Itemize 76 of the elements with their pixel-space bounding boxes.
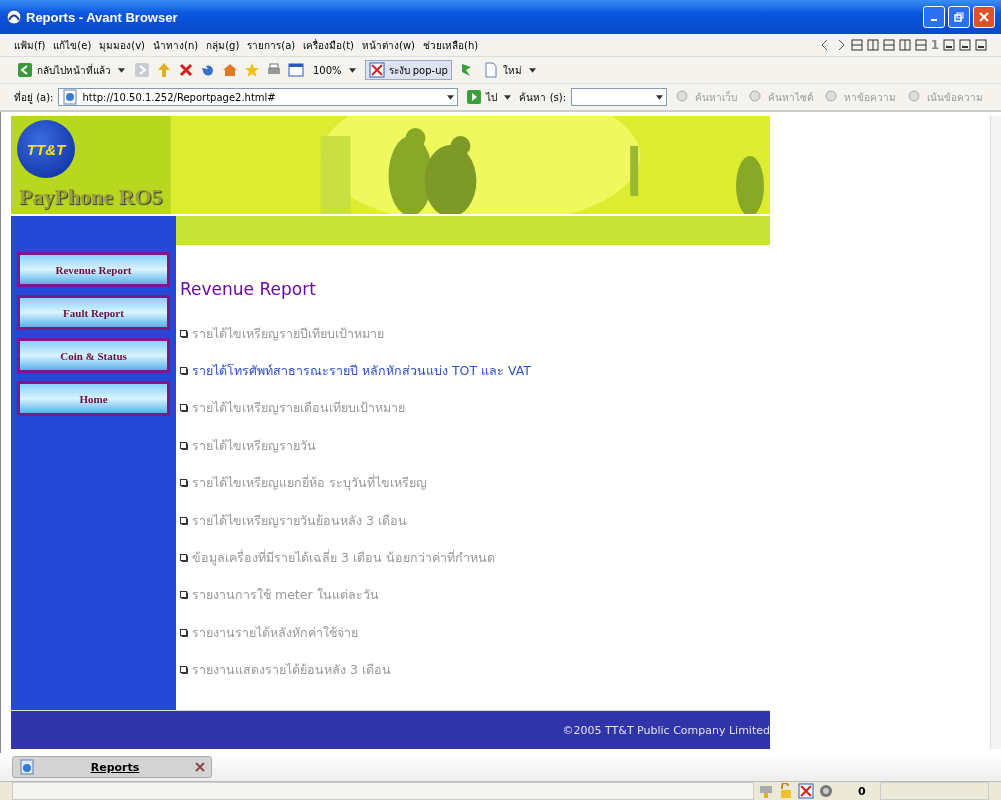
address-field[interactable]: http://10.50.1.252/Reportpage2.html# [58,88,459,106]
window-control-icon[interactable] [959,39,971,51]
web-page-icon [19,759,35,775]
checkbox-bullet-icon [180,591,188,600]
copyright-text: ©2005 TT&T Public Company Limited [562,723,770,737]
blocked-count: 0 [858,784,866,798]
play-icon [466,89,483,105]
window-control-icon[interactable] [975,39,987,51]
restore-icon [954,12,964,22]
checkbox-bullet-icon [180,554,188,563]
checkbox-bullet-icon [180,628,188,637]
menu-item[interactable]: กลุ่ม(g) [206,37,240,53]
caret-icon [656,94,664,100]
checkbox-bullet-icon [180,516,188,525]
window-icon[interactable] [288,62,304,78]
browser-tab[interactable]: Reports [12,756,212,778]
checkbox-bullet-icon [180,666,188,675]
window-count: 1 [930,38,939,52]
checkbox-bullet-icon [180,329,188,338]
window-title: Reports - Avant Browser [26,9,178,25]
caret-icon [528,67,536,73]
report-link[interactable]: รายได้โทรศัพท์สาธารณะรายปี หลักหักส่วนแบ่ง TOT และ VAT [192,361,531,382]
zoom-button[interactable]: 100% [310,63,359,77]
minimize-button[interactable] [923,6,945,28]
page-heading: Revenue Report [180,279,317,299]
padlock-icon [778,783,794,799]
menu-item[interactable]: นำทาง(n) [153,37,199,53]
menu-item[interactable]: เครื่องมือ(t) [303,37,354,53]
checkbox-bullet-icon [180,441,188,450]
caret-icon [348,67,356,73]
caret-icon [118,67,125,73]
checkbox-bullet-icon [180,367,188,376]
web-page-icon [62,89,79,105]
speaker-icon [818,783,834,799]
close-icon [979,12,989,22]
popup-blocked-icon [798,783,814,799]
window-layout-icon[interactable] [866,39,879,51]
menu-item[interactable]: แก้ไข(e) [53,37,92,53]
network-icon [758,783,774,799]
window-layout-icon[interactable] [850,39,863,51]
home-icon[interactable] [222,62,238,78]
close-icon[interactable] [195,762,205,772]
menu-item[interactable]: หน้าต่าง(w) [362,37,415,53]
nav-button[interactable]: Home [17,381,170,416]
menu-item[interactable]: รายการ(a) [247,37,296,53]
go-button[interactable]: ไป [463,88,515,106]
menu-item[interactable]: มุมมอง(v) [99,37,146,53]
stop-icon[interactable] [178,62,194,78]
search-label: ค้นหา (s): [519,90,567,105]
new-page-button[interactable]: ใหม่ [479,61,539,79]
address-label: ที่อยู่ (a): [14,89,54,105]
scrollbar[interactable] [990,116,1001,749]
close-button[interactable] [973,6,995,28]
window-layout-icon[interactable] [898,39,911,51]
restore-button[interactable] [948,6,970,28]
search-field[interactable] [571,88,668,106]
caret-icon [447,94,455,100]
star-icon[interactable] [244,62,260,78]
nav-button[interactable]: Revenue Report [17,252,170,287]
nav-button[interactable]: Coin & Status [17,338,170,373]
window-control-icon[interactable] [943,39,955,51]
checkbox-bullet-icon [180,404,188,413]
browser-icon [6,9,22,25]
page-icon [482,62,499,78]
blocked-window-icon [368,62,385,78]
window-layout-icon[interactable] [914,39,927,51]
back-button[interactable]: กลับไปหน้าที่แล้ว [14,61,128,79]
menu-item[interactable]: ช่วยเหลือ(h) [423,37,479,53]
minimize-icon [931,19,937,21]
window-layout-icon[interactable] [882,39,895,51]
menu-item[interactable]: แฟ้ม(f) [14,37,46,53]
popup-blocker-button[interactable]: ระงับ pop-up [364,60,452,80]
checkbox-bullet-icon [180,479,188,488]
site-name: PayPhone RO5 [19,184,163,210]
nav-button[interactable]: Fault Report [17,295,170,330]
caret-icon [504,94,512,100]
